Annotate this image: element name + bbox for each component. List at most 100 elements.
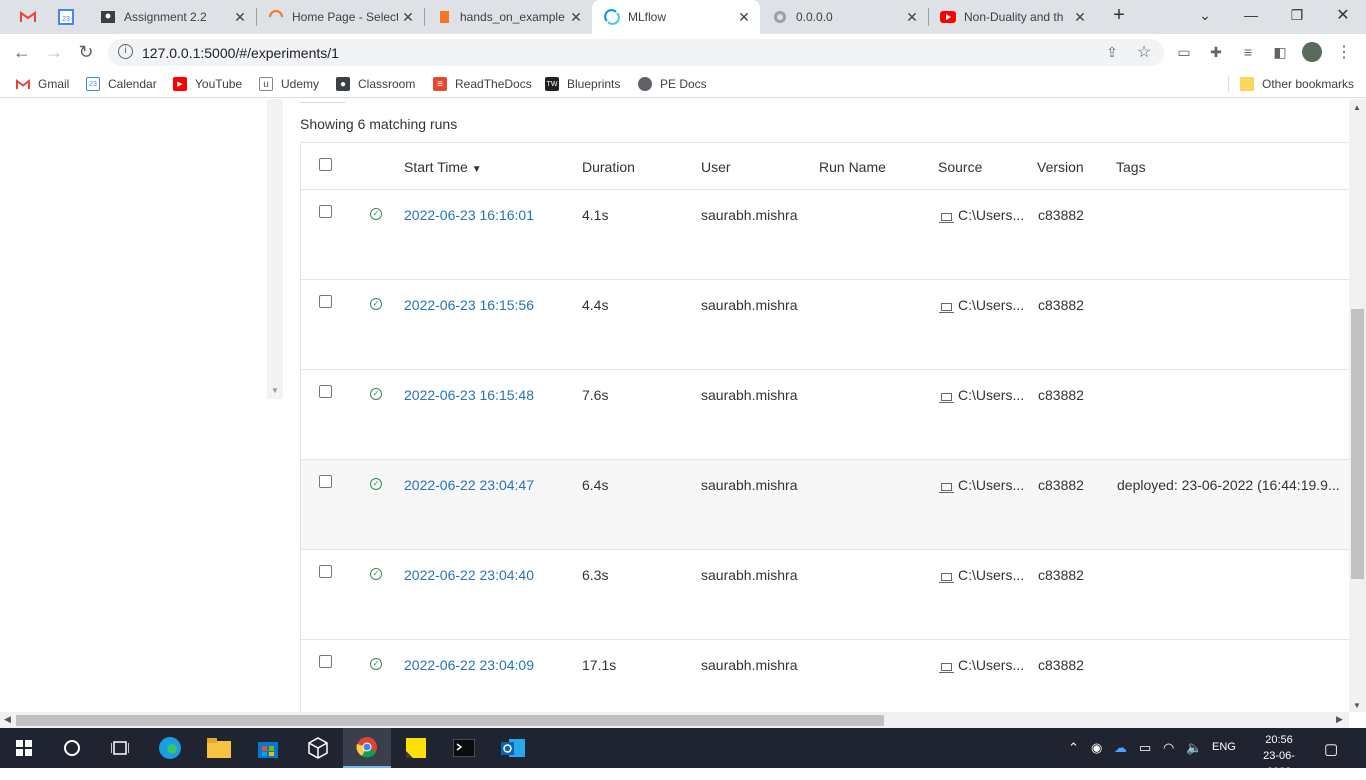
tab-localhost[interactable]: 0.0.0.0 ✕ <box>760 0 928 34</box>
restore-button[interactable]: ❐ <box>1274 0 1320 30</box>
bookmark-gmail[interactable]: Gmail <box>16 76 69 92</box>
bookmark-blueprints[interactable]: TW Blueprints <box>545 76 620 92</box>
reload-button[interactable]: ↻ <box>74 40 98 64</box>
header-version[interactable]: Version <box>1037 159 1084 175</box>
tab-home-page[interactable]: Home Page - Select ✕ <box>256 0 424 34</box>
bookmark-pe-docs[interactable]: PE Docs <box>638 76 707 92</box>
scroll-left-icon[interactable]: ◀ <box>4 714 11 725</box>
header-tags[interactable]: Tags <box>1116 159 1146 175</box>
run-version[interactable]: c83882 <box>1038 387 1084 403</box>
run-version[interactable]: c83882 <box>1038 207 1084 223</box>
run-version[interactable]: c83882 <box>1038 477 1084 493</box>
row-checkbox[interactable] <box>319 385 332 398</box>
address-bar[interactable]: i 127.0.0.1:5000/#/experiments/1 <box>108 39 1164 66</box>
tab-calendar[interactable]: 23 <box>44 0 88 34</box>
volume-icon[interactable]: 🔈 <box>1186 740 1202 756</box>
new-tab-button[interactable]: + <box>1096 0 1142 30</box>
close-icon[interactable]: ✕ <box>902 9 922 26</box>
run-source[interactable]: C:\Users... <box>939 387 1024 403</box>
close-icon[interactable]: ✕ <box>230 9 250 26</box>
back-button[interactable]: ← <box>10 40 34 64</box>
bookmark-classroom[interactable]: ● Classroom <box>336 76 415 92</box>
run-source[interactable]: C:\Users... <box>939 207 1024 223</box>
tab-hands-on-example[interactable]: hands_on_example ✕ <box>424 0 592 34</box>
onedrive-icon[interactable]: ☁ <box>1114 740 1127 756</box>
window-close-button[interactable]: ✕ <box>1320 0 1366 30</box>
tab-search-button[interactable]: ⌄ <box>1182 0 1228 30</box>
notifications-icon[interactable]: ▢ <box>1324 740 1338 758</box>
run-version[interactable]: c83882 <box>1038 297 1084 313</box>
bookmark-udemy[interactable]: u Udemy <box>259 76 319 92</box>
scroll-up-icon[interactable]: ▲ <box>1353 103 1361 112</box>
menu-icon[interactable]: ⋮ <box>1334 42 1354 62</box>
side-panel-icon[interactable]: ◧ <box>1270 42 1290 62</box>
share-icon[interactable]: ⇪ <box>1102 42 1122 62</box>
row-checkbox[interactable] <box>319 205 332 218</box>
close-icon[interactable]: ✕ <box>734 9 754 26</box>
close-icon[interactable]: ✕ <box>398 9 418 26</box>
run-source[interactable]: C:\Users... <box>939 657 1024 673</box>
search-icon[interactable] <box>48 728 96 768</box>
run-start-time-link[interactable]: 2022-06-23 16:15:56 <box>404 297 534 313</box>
cast-icon[interactable]: ▭ <box>1174 42 1194 62</box>
bookmark-calendar[interactable]: 23 Calendar <box>86 76 157 92</box>
avatar[interactable] <box>1302 42 1322 62</box>
windows-start-icon[interactable] <box>0 728 48 768</box>
clock[interactable]: 20:56 23-06-2022 <box>1254 732 1304 780</box>
forward-button[interactable]: → <box>42 40 66 64</box>
header-source[interactable]: Source <box>938 159 982 175</box>
select-all-checkbox[interactable] <box>319 158 332 171</box>
bookmark-readthedocs[interactable]: ≡ ReadTheDocs <box>433 76 532 92</box>
run-source[interactable]: C:\Users... <box>939 297 1024 313</box>
run-start-time-link[interactable]: 2022-06-22 23:04:47 <box>404 477 534 493</box>
row-checkbox[interactable] <box>319 565 332 578</box>
header-user[interactable]: User <box>701 159 731 175</box>
edge-icon[interactable] <box>146 728 194 768</box>
sticky-notes-icon[interactable] <box>392 728 440 768</box>
run-source[interactable]: C:\Users... <box>939 567 1024 583</box>
vertical-scroll-thumb[interactable] <box>1351 309 1364 579</box>
media-control-icon[interactable]: ≡ <box>1238 42 1258 62</box>
battery-icon[interactable]: ▭ <box>1139 740 1151 756</box>
horizontal-scroll-thumb[interactable] <box>16 715 884 726</box>
run-version[interactable]: c83882 <box>1038 567 1084 583</box>
terminal-icon[interactable] <box>440 728 488 768</box>
scroll-down-icon[interactable]: ▼ <box>1353 701 1361 710</box>
other-bookmarks[interactable]: Other bookmarks <box>1240 76 1354 92</box>
scroll-down-icon[interactable]: ▼ <box>271 386 279 395</box>
chrome-icon[interactable] <box>343 728 391 768</box>
scroll-right-icon[interactable]: ▶ <box>1336 714 1343 725</box>
site-info-icon[interactable]: i <box>118 44 133 59</box>
chevron-up-icon[interactable]: ⌃ <box>1068 740 1079 756</box>
run-start-time-link[interactable]: 2022-06-23 16:15:48 <box>404 387 534 403</box>
wifi-icon[interactable]: ◠ <box>1163 740 1174 756</box>
run-source[interactable]: C:\Users... <box>939 477 1024 493</box>
run-version[interactable]: c83882 <box>1038 657 1084 673</box>
tab-assignment[interactable]: Assignment 2.2 ✕ <box>88 0 256 34</box>
header-run-name[interactable]: Run Name <box>819 159 886 175</box>
bookmark-star-icon[interactable]: ☆ <box>1134 42 1154 62</box>
bookmark-youtube[interactable]: ▶ YouTube <box>173 76 242 92</box>
store-icon[interactable] <box>244 728 292 768</box>
minimize-button[interactable]: — <box>1228 0 1274 30</box>
language-indicator[interactable]: ENG <box>1212 741 1236 753</box>
header-duration[interactable]: Duration <box>582 159 635 175</box>
task-view-icon[interactable] <box>96 728 144 768</box>
run-start-time-link[interactable]: 2022-06-22 23:04:09 <box>404 657 534 673</box>
file-explorer-icon[interactable] <box>195 728 243 768</box>
extensions-icon[interactable]: ✚ <box>1206 42 1226 62</box>
record-icon[interactable]: ◉ <box>1091 740 1102 756</box>
close-icon[interactable]: ✕ <box>566 9 586 26</box>
tab-mlflow[interactable]: MLflow ✕ <box>592 0 760 34</box>
close-icon[interactable]: ✕ <box>1070 9 1090 26</box>
cube-app-icon[interactable] <box>294 728 342 768</box>
outlook-icon[interactable] <box>489 728 537 768</box>
tab-gmail[interactable] <box>0 0 44 34</box>
row-checkbox[interactable] <box>319 475 332 488</box>
row-checkbox[interactable] <box>319 295 332 308</box>
row-checkbox[interactable] <box>319 655 332 668</box>
tab-non-duality[interactable]: Non-Duality and th ✕ <box>928 0 1096 34</box>
header-start-time[interactable]: Start Time ▼ <box>404 159 482 175</box>
run-start-time-link[interactable]: 2022-06-23 16:16:01 <box>404 207 534 223</box>
run-start-time-link[interactable]: 2022-06-22 23:04:40 <box>404 567 534 583</box>
